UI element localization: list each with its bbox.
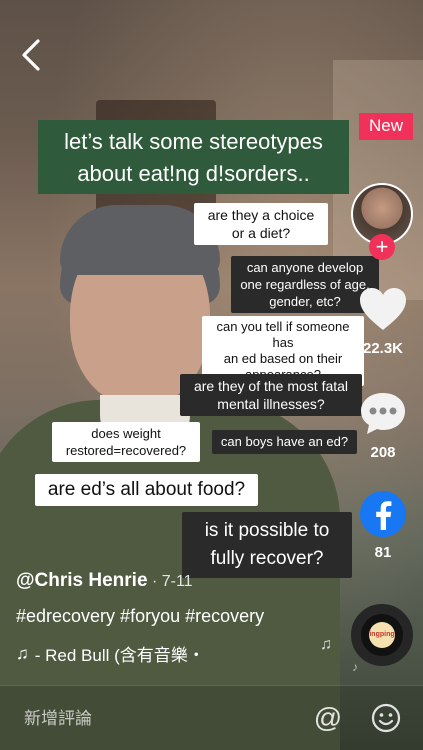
comment-count: 208 xyxy=(370,444,396,461)
question-weight-restored: does weight restored=recovered? xyxy=(52,422,200,462)
question-choice-diet: are they a choice or a diet? xyxy=(194,203,328,245)
floating-note-small-icon: ♪ xyxy=(352,660,358,674)
video-screen[interactable]: New let’s talk some stereotypes about ea… xyxy=(0,0,423,750)
title-line-1: let’s talk some stereotypes xyxy=(64,129,323,154)
title-line-2: about eat!ng d!sorders.. xyxy=(77,161,310,186)
facebook-icon xyxy=(360,491,406,537)
comment-bar: @ xyxy=(0,685,423,750)
emoji-icon xyxy=(371,703,401,733)
share-facebook-button[interactable]: 81 xyxy=(355,490,411,561)
question-boys-ed: can boys have an ed? xyxy=(212,430,357,454)
video-title-caption: let’s talk some stereotypes about eat!ng… xyxy=(38,120,349,194)
plus-icon: + xyxy=(375,234,389,259)
music-disc[interactable]: ingping xyxy=(351,604,413,666)
question-full-recovery: is it possible to fully recover? xyxy=(182,512,352,578)
like-button[interactable]: 22.3K xyxy=(355,286,411,357)
emoji-button[interactable] xyxy=(370,702,402,734)
new-badge: New xyxy=(358,113,413,140)
follow-button[interactable]: + xyxy=(369,234,395,260)
music-info[interactable]: ♫ - Red Bull (含有音樂・ xyxy=(16,641,276,666)
comment-input[interactable] xyxy=(22,706,286,732)
share-count: 81 xyxy=(374,544,392,561)
at-icon: @ xyxy=(313,702,343,733)
hashtags[interactable]: #edrecovery #foryou #recovery xyxy=(16,606,264,627)
question-about-food: are ed’s all about food? xyxy=(35,474,258,506)
back-chevron-icon xyxy=(22,39,40,71)
comment-button[interactable]: 208 xyxy=(355,390,411,461)
heart-icon xyxy=(360,288,406,330)
creator-username[interactable]: @Chris Henrie · 7-11 xyxy=(16,570,193,592)
like-count: 22.3K xyxy=(362,340,404,357)
comment-bubble-icon xyxy=(361,393,405,434)
music-title: - Red Bull (含有音樂・ xyxy=(34,646,205,665)
disc-label: ingping xyxy=(369,622,395,648)
question-fatal-illness: are they of the most fatal mental illnes… xyxy=(180,374,362,416)
music-note-icon: ♫ xyxy=(16,643,29,663)
post-date: · 7-11 xyxy=(147,573,193,590)
mention-button[interactable]: @ xyxy=(312,702,344,734)
back-button[interactable] xyxy=(18,38,48,74)
floating-note-icon: ♫ xyxy=(320,636,332,653)
username-text[interactable]: @Chris Henrie xyxy=(16,570,148,591)
